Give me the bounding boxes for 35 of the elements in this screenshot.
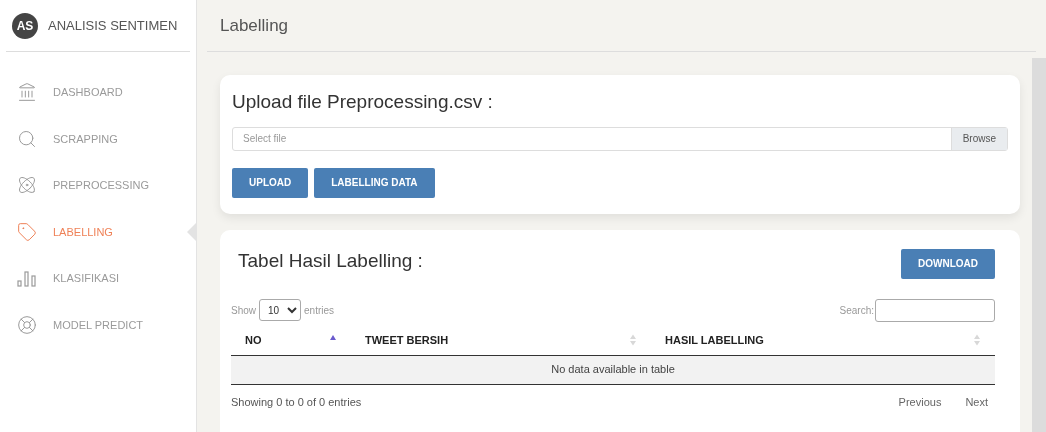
column-header[interactable]: TWEET BERSIH bbox=[351, 331, 651, 349]
search-icon bbox=[17, 128, 37, 149]
pagination-link[interactable]: Next bbox=[958, 393, 995, 410]
sidebar-link[interactable]: PREPROCESSING bbox=[53, 177, 149, 194]
brand-title: ANALISIS SENTIMEN bbox=[48, 16, 178, 35]
bar-chart-icon bbox=[17, 268, 37, 289]
column-header[interactable]: HASIL LABELLING bbox=[651, 331, 995, 349]
entries-label: entries bbox=[304, 303, 335, 318]
sidebar-link[interactable]: MODEL PREDICT bbox=[53, 316, 144, 333]
card-title: Tabel Hasil Labelling : bbox=[238, 248, 423, 273]
empty-message: No data available in table bbox=[551, 362, 675, 378]
sidebar-link[interactable]: LABELLING bbox=[53, 223, 113, 240]
action-button[interactable]: UPLOAD bbox=[232, 167, 309, 198]
lifebuoy-icon bbox=[17, 314, 37, 335]
atom-icon bbox=[17, 175, 37, 196]
browse-button[interactable]: Browse bbox=[950, 127, 1007, 150]
file-field[interactable]: Select file Browse bbox=[232, 126, 1008, 151]
brand-logo: AS bbox=[12, 12, 38, 39]
sidebar-link[interactable]: KLASIFIKASI bbox=[53, 270, 120, 287]
download-button[interactable]: DOWNLOAD bbox=[901, 248, 995, 279]
search-label: Search: bbox=[839, 303, 874, 318]
column-header[interactable]: NO bbox=[231, 331, 351, 349]
tag-icon bbox=[17, 221, 37, 242]
action-button[interactable]: LABELLING DATA bbox=[314, 167, 435, 198]
search-field[interactable] bbox=[875, 298, 995, 322]
table-info: Showing 0 to 0 of 0 entries bbox=[231, 394, 362, 410]
sidebar-link[interactable]: SCRAPPING bbox=[53, 130, 118, 147]
page-size-select[interactable]: 10 bbox=[259, 299, 301, 321]
card-title: Upload file Preprocessing.csv : bbox=[232, 90, 494, 114]
scrollbar[interactable] bbox=[1032, 58, 1046, 432]
page-title: Labelling bbox=[220, 14, 289, 37]
show-label: Show bbox=[231, 303, 256, 318]
pagination-link[interactable]: Previous bbox=[891, 393, 949, 410]
bank-icon bbox=[17, 82, 37, 103]
sidebar-link[interactable]: DASHBOARD bbox=[53, 84, 123, 101]
